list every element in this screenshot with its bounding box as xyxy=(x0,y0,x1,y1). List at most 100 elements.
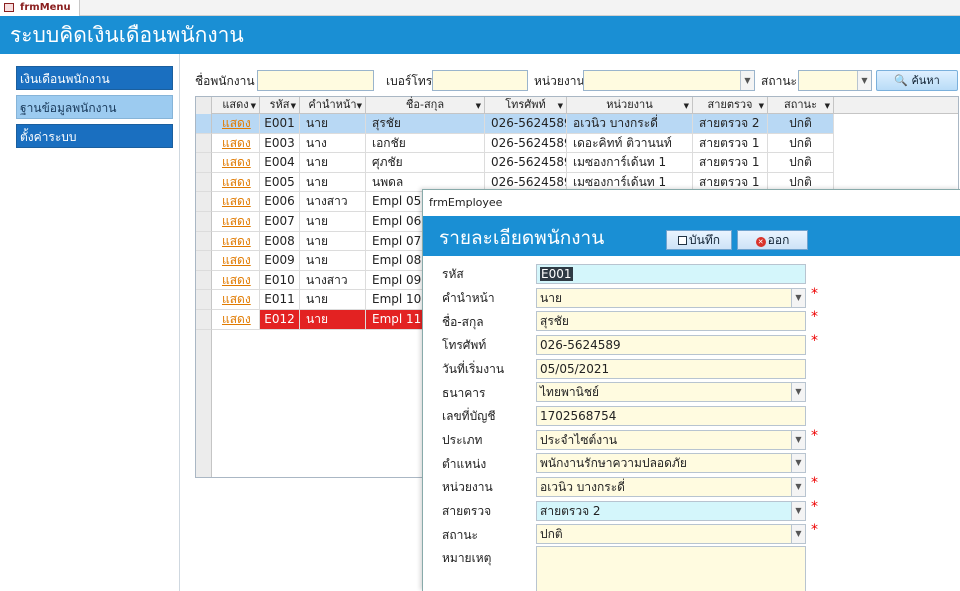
col-header-unit[interactable]: หน่วยงาน ▼ xyxy=(567,97,693,114)
record-selector[interactable] xyxy=(196,172,212,193)
show-link[interactable]: แสดง xyxy=(222,292,251,306)
cell-unit[interactable]: เดอะคิทท์ ติวานนท์ xyxy=(567,133,693,154)
account-number-field[interactable]: 1702568754 xyxy=(536,406,806,426)
col-header-phone[interactable]: โทรศัพท์ ▼ xyxy=(485,97,567,114)
cell-show[interactable]: แสดง xyxy=(212,153,260,173)
cell-id[interactable]: E004 xyxy=(260,153,300,173)
cell-prefix[interactable]: นาย xyxy=(300,153,366,173)
cell-status[interactable]: ปกติ xyxy=(768,153,834,173)
cell-show[interactable]: แสดง xyxy=(212,310,260,330)
record-selector[interactable] xyxy=(196,153,212,173)
chevron-down-icon[interactable]: ▼ xyxy=(791,289,805,307)
chevron-down-icon[interactable]: ▼ xyxy=(791,525,805,543)
show-link[interactable]: แสดง xyxy=(222,194,251,208)
cell-show[interactable]: แสดง xyxy=(212,133,260,154)
chevron-down-icon[interactable]: ▼ xyxy=(791,431,805,449)
name-filter-input[interactable] xyxy=(257,70,374,91)
cell-id[interactable]: E005 xyxy=(260,172,300,193)
cell-prefix[interactable]: นางสาว xyxy=(300,270,366,291)
show-link[interactable]: แสดง xyxy=(222,273,251,287)
chevron-down-icon[interactable]: ▼ xyxy=(857,71,871,90)
cell-phone[interactable]: 026-5624589 xyxy=(485,114,567,134)
col-header-status[interactable]: สถานะ ▼ xyxy=(768,97,834,114)
employee-id-field[interactable]: E001 xyxy=(536,264,806,284)
record-selector[interactable] xyxy=(196,251,212,271)
full-name-field[interactable]: สุรชัย xyxy=(536,311,806,331)
record-selector[interactable] xyxy=(196,270,212,291)
cell-prefix[interactable]: นาย xyxy=(300,212,366,232)
phone-filter-input[interactable] xyxy=(432,70,528,91)
patrol-combo[interactable]: สายตรวจ 2 ▼ xyxy=(536,501,806,521)
unit-filter-combo[interactable]: ▼ xyxy=(583,70,755,91)
cell-phone[interactable]: 026-5624589 xyxy=(485,133,567,154)
col-header-patrol[interactable]: สายตรวจ ▼ xyxy=(693,97,768,114)
show-link[interactable]: แสดง xyxy=(222,214,251,228)
cell-id[interactable]: E006 xyxy=(260,192,300,212)
save-button[interactable]: บันทึก xyxy=(666,230,732,250)
show-link[interactable]: แสดง xyxy=(222,136,251,150)
chevron-down-icon[interactable]: ▼ xyxy=(684,98,689,114)
chevron-down-icon[interactable]: ▼ xyxy=(558,98,563,114)
show-link[interactable]: แสดง xyxy=(222,175,251,189)
cell-id[interactable]: E011 xyxy=(260,290,300,310)
cell-id[interactable]: E007 xyxy=(260,212,300,232)
chevron-down-icon[interactable]: ▼ xyxy=(476,98,481,114)
cell-prefix[interactable]: นาย xyxy=(300,310,366,330)
record-selector[interactable] xyxy=(196,212,212,232)
cell-show[interactable]: แสดง xyxy=(212,290,260,310)
cell-prefix[interactable]: นางสาว xyxy=(300,192,366,212)
select-all-corner[interactable] xyxy=(196,97,212,114)
show-link[interactable]: แสดง xyxy=(222,253,251,267)
cell-prefix[interactable]: นาย xyxy=(300,114,366,134)
chevron-down-icon[interactable]: ▼ xyxy=(740,71,754,90)
cell-id[interactable]: E010 xyxy=(260,270,300,291)
record-selector[interactable] xyxy=(196,310,212,330)
search-button[interactable]: 🔍 ค้นหา xyxy=(876,70,958,91)
chevron-down-icon[interactable]: ▼ xyxy=(791,502,805,520)
cell-id[interactable]: E003 xyxy=(260,133,300,154)
status-combo[interactable]: ปกติ ▼ xyxy=(536,524,806,544)
show-link[interactable]: แสดง xyxy=(222,234,251,248)
tab-frmmenu[interactable]: frmMenu xyxy=(0,0,80,16)
cell-show[interactable]: แสดง xyxy=(212,231,260,252)
cell-show[interactable]: แสดง xyxy=(212,212,260,232)
col-header-prefix[interactable]: คำนำหน้า ▼ xyxy=(300,97,366,114)
chevron-down-icon[interactable]: ▼ xyxy=(791,478,805,496)
position-combo[interactable]: พนักงานรักษาความปลอดภัย ▼ xyxy=(536,453,806,473)
col-header-name[interactable]: ชื่อ-สกุล ▼ xyxy=(366,97,485,114)
start-date-field[interactable]: 05/05/2021 xyxy=(536,359,806,379)
cell-unit[interactable]: เมซองการ์เด้นท 1 xyxy=(567,153,693,173)
cell-id[interactable]: E009 xyxy=(260,251,300,271)
cell-name[interactable]: สุรชัย xyxy=(366,114,485,134)
show-link[interactable]: แสดง xyxy=(222,155,251,169)
record-selector[interactable] xyxy=(196,290,212,310)
prefix-combo[interactable]: นาย ▼ xyxy=(536,288,806,308)
cell-patrol[interactable]: สายตรวจ 1 xyxy=(693,133,768,154)
chevron-down-icon[interactable]: ▼ xyxy=(291,98,296,114)
col-header-show[interactable]: แสดง ▼ xyxy=(212,97,260,114)
cell-prefix[interactable]: นาย xyxy=(300,251,366,271)
cell-show[interactable]: แสดง xyxy=(212,172,260,193)
cell-show[interactable]: แสดง xyxy=(212,114,260,134)
sidebar-item-salary[interactable]: เงินเดือนพนักงาน xyxy=(16,66,173,90)
cell-prefix[interactable]: นาย xyxy=(300,290,366,310)
note-textarea[interactable] xyxy=(536,546,806,591)
cell-name[interactable]: ศุภชัย xyxy=(366,153,485,173)
exit-button[interactable]: ✕ ออก xyxy=(737,230,808,250)
chevron-down-icon[interactable]: ▼ xyxy=(251,98,256,114)
cell-patrol[interactable]: สายตรวจ 2 xyxy=(693,114,768,134)
cell-id[interactable]: E001 xyxy=(260,114,300,134)
sidebar-item-employee-db[interactable]: ฐานข้อมูลพนักงาน xyxy=(16,95,173,119)
bank-combo[interactable]: ไทยพานิชย์ ▼ xyxy=(536,382,806,402)
chevron-down-icon[interactable]: ▼ xyxy=(791,383,805,401)
cell-id[interactable]: E008 xyxy=(260,231,300,252)
cell-name[interactable]: เอกชัย xyxy=(366,133,485,154)
cell-id[interactable]: E012 xyxy=(260,310,300,330)
cell-prefix[interactable]: นาง xyxy=(300,133,366,154)
chevron-down-icon[interactable]: ▼ xyxy=(825,98,830,114)
record-selector[interactable] xyxy=(196,114,212,134)
record-selector[interactable] xyxy=(196,133,212,154)
chevron-down-icon[interactable]: ▼ xyxy=(791,454,805,472)
unit-combo[interactable]: อเวนิว บางกระดี่ ▼ xyxy=(536,477,806,497)
record-selector[interactable] xyxy=(196,231,212,252)
